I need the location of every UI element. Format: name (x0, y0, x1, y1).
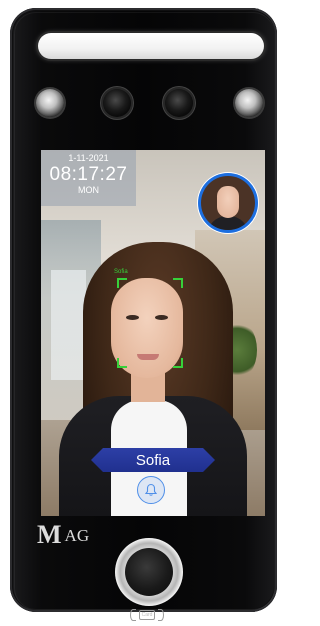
nfc-icon: Card (124, 608, 170, 622)
brand-logo-initial: M (37, 520, 62, 549)
matched-face-thumbnail (201, 176, 255, 230)
recognized-name-banner: Sofia (91, 448, 215, 472)
face-detection-frame (117, 278, 183, 368)
bell-icon-glyph (144, 483, 158, 496)
display-screen: Sofia 1-11-2021 08:17:27 MON Sofia (41, 150, 265, 516)
recognized-name: Sofia (135, 451, 171, 469)
camera-lens-right (165, 89, 193, 117)
frame-corner-top-right (173, 278, 183, 288)
clock-panel: 1-11-2021 08:17:27 MON (41, 150, 136, 206)
ir-led-left (36, 89, 64, 117)
background-window (51, 270, 86, 380)
clock-date: 1-11-2021 (68, 153, 109, 163)
camera-lens-left (103, 89, 131, 117)
brand-logo-text: AG (64, 526, 90, 545)
detection-frame-label: Sofia (114, 269, 128, 275)
bell-icon[interactable] (137, 476, 165, 504)
clock-time: 08:17:27 (49, 164, 128, 185)
nfc-wave-right (158, 609, 165, 621)
nfc-wave-left (129, 609, 136, 621)
frame-corner-top-left (117, 278, 127, 288)
nfc-card-label: Card (138, 610, 156, 620)
brand-logo: M AG (37, 522, 89, 548)
fill-light-bar (38, 33, 264, 59)
frame-corner-bottom-left (117, 358, 127, 368)
fingerprint-pad[interactable] (125, 548, 173, 596)
ir-led-right (235, 89, 263, 117)
frame-corner-bottom-right (173, 358, 183, 368)
thumbnail-shoulders (207, 216, 249, 230)
thumbnail-face (217, 186, 239, 218)
clock-day: MON (78, 185, 99, 195)
